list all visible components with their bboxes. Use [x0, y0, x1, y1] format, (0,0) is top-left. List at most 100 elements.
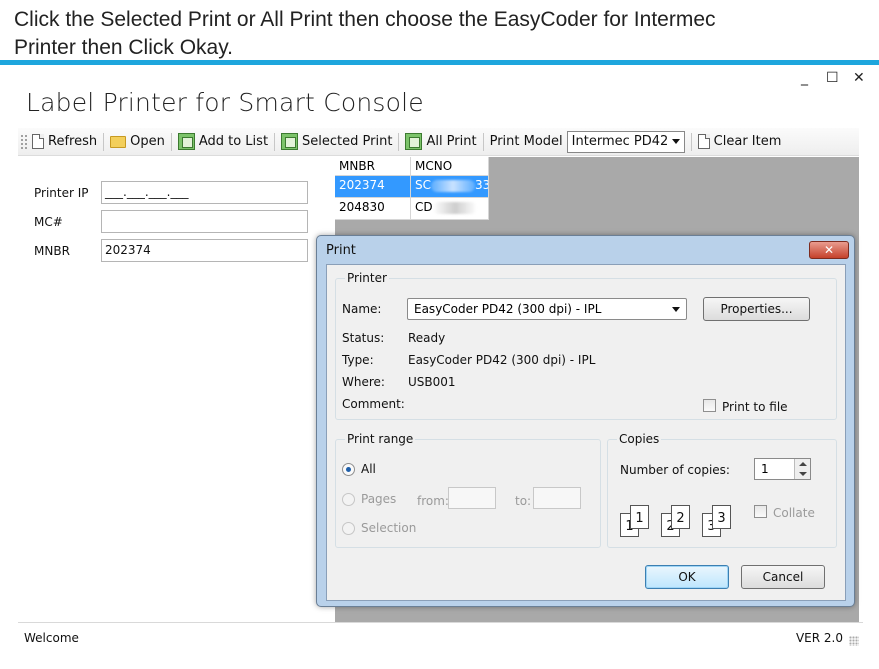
cancel-button[interactable]: Cancel	[741, 565, 825, 589]
clear-item-button[interactable]: Clear Item	[694, 130, 786, 154]
selected-print-label: Selected Print	[302, 134, 393, 149]
chevron-down-icon	[672, 306, 680, 312]
document-icon	[32, 134, 44, 149]
add-to-list-button[interactable]: Add to List	[174, 130, 272, 154]
pages-label: Pages	[361, 492, 397, 506]
folder-icon	[110, 135, 127, 148]
grid-header-row: MNBR MCNO	[335, 157, 489, 176]
toolbar-separator	[274, 132, 276, 151]
print-model-value: Intermec PD42	[571, 134, 669, 149]
spreadsheet-icon	[177, 133, 195, 150]
name-label: Name:	[342, 302, 382, 316]
to-label: to:	[515, 494, 532, 508]
all-print-label: All Print	[426, 134, 477, 149]
toolbar-separator	[398, 132, 400, 151]
printer-ip-input[interactable]: ___.___.___.___	[101, 181, 308, 204]
cell-mnbr: 202374	[335, 176, 411, 197]
dialog-close-button[interactable]: ✕	[809, 241, 849, 259]
print-dialog: Print ✕ Printer Name: EasyCoder PD42 (30…	[316, 235, 855, 607]
printer-ip-label: Printer IP	[34, 186, 89, 200]
screenshot-root: { "instruction": { "line1": "Click the S…	[0, 0, 879, 669]
toolbar: Refresh Open Add to List Selected Print …	[18, 128, 859, 156]
cell-mcno-start: CD	[415, 200, 433, 214]
mc-label: MC#	[34, 215, 63, 229]
where-value: USB001	[408, 375, 456, 389]
instruction-line-1: Click the Selected Print or All Print th…	[14, 8, 716, 31]
add-to-list-label: Add to List	[198, 134, 269, 149]
status-text: Welcome	[24, 631, 79, 645]
status-label: Status:	[342, 331, 385, 345]
toolbar-separator	[482, 132, 484, 151]
app-title: Label Printer for Smart Console	[26, 88, 424, 117]
mnbr-input[interactable]: 202374	[101, 239, 308, 262]
toolbar-separator	[690, 132, 692, 151]
collate-label: Collate	[773, 506, 815, 520]
close-button[interactable]: ✕	[853, 70, 865, 86]
redacted-blur	[432, 201, 477, 214]
selection-label: Selection	[361, 521, 417, 535]
print-to-file-checkbox[interactable]	[703, 399, 716, 412]
refresh-button[interactable]: Refresh	[28, 130, 101, 154]
pages-radio[interactable]	[342, 493, 355, 506]
selected-print-button[interactable]: Selected Print	[277, 130, 396, 154]
toolbar-grip-icon	[20, 133, 28, 150]
number-of-copies-label: Number of copies:	[620, 463, 730, 477]
print-model-label: Print Model	[486, 130, 567, 154]
open-button[interactable]: Open	[106, 130, 169, 154]
type-label: Type:	[342, 353, 374, 367]
all-label: All	[361, 462, 376, 476]
selection-radio[interactable]	[342, 522, 355, 535]
all-print-button[interactable]: All Print	[401, 130, 480, 154]
column-header-mnbr[interactable]: MNBR	[335, 157, 411, 175]
pages-from-input[interactable]	[448, 487, 496, 509]
instruction-text: Click the Selected Print or All Print th…	[14, 6, 874, 62]
printer-group-title: Printer	[345, 271, 389, 285]
open-label: Open	[130, 134, 165, 149]
toolbar-separator	[170, 132, 172, 151]
chevron-down-icon	[671, 139, 680, 144]
version-text: VER 2.0	[795, 631, 843, 645]
comment-label: Comment:	[342, 397, 405, 411]
print-to-file-label: Print to file	[722, 400, 788, 414]
printer-name-value: EasyCoder PD42 (300 dpi) - IPL	[414, 302, 602, 316]
type-value: EasyCoder PD42 (300 dpi) - IPL	[408, 353, 596, 367]
cell-mcno-start: SC	[415, 178, 431, 192]
table-row[interactable]: 204830 CD	[335, 198, 489, 220]
cell-mcno: SC 33	[411, 176, 489, 197]
spin-up-icon[interactable]	[799, 462, 807, 466]
clear-item-label: Clear Item	[713, 134, 782, 149]
copies-spinner[interactable]: 1	[754, 458, 811, 480]
status-value: Ready	[408, 331, 446, 345]
properties-button[interactable]: Properties...	[703, 297, 810, 321]
cell-mcno-end: 33	[475, 178, 489, 192]
redacted-blur	[431, 179, 475, 192]
spinner-buttons[interactable]	[794, 459, 810, 479]
ok-button[interactable]: OK	[645, 565, 729, 589]
from-label: from:	[417, 494, 449, 508]
cell-mnbr: 204830	[335, 198, 411, 219]
document-icon	[697, 134, 710, 149]
copies-title: Copies	[617, 432, 662, 446]
status-bar: Welcome VER 2.0	[18, 622, 863, 650]
spreadsheet-icon	[405, 133, 423, 150]
cell-mcno: CD	[411, 198, 489, 219]
dialog-body: Printer Name: EasyCoder PD42 (300 dpi) -…	[326, 264, 846, 601]
instruction-line-2: Printer then Click Okay.	[14, 36, 234, 59]
spin-down-icon[interactable]	[799, 472, 807, 476]
all-radio[interactable]	[342, 463, 355, 476]
where-label: Where:	[342, 375, 385, 389]
table-row[interactable]: 202374 SC 33	[335, 176, 489, 198]
toolbar-separator	[103, 132, 105, 151]
pages-to-input[interactable]	[533, 487, 581, 509]
refresh-label: Refresh	[48, 134, 98, 149]
print-model-dropdown[interactable]: Intermec PD42	[566, 130, 685, 153]
minimize-button[interactable]: _	[801, 70, 808, 86]
resize-grip-icon[interactable]	[849, 636, 859, 646]
collate-checkbox[interactable]	[754, 505, 767, 518]
maximize-button[interactable]: ☐	[826, 70, 839, 86]
printer-name-dropdown[interactable]: EasyCoder PD42 (300 dpi) - IPL	[407, 298, 687, 320]
mc-input[interactable]	[101, 210, 308, 233]
machine-grid[interactable]: MNBR MCNO 202374 SC 33 204830 CD	[335, 157, 489, 220]
column-header-mcno[interactable]: MCNO	[411, 157, 489, 175]
print-range-title: Print range	[345, 432, 416, 446]
